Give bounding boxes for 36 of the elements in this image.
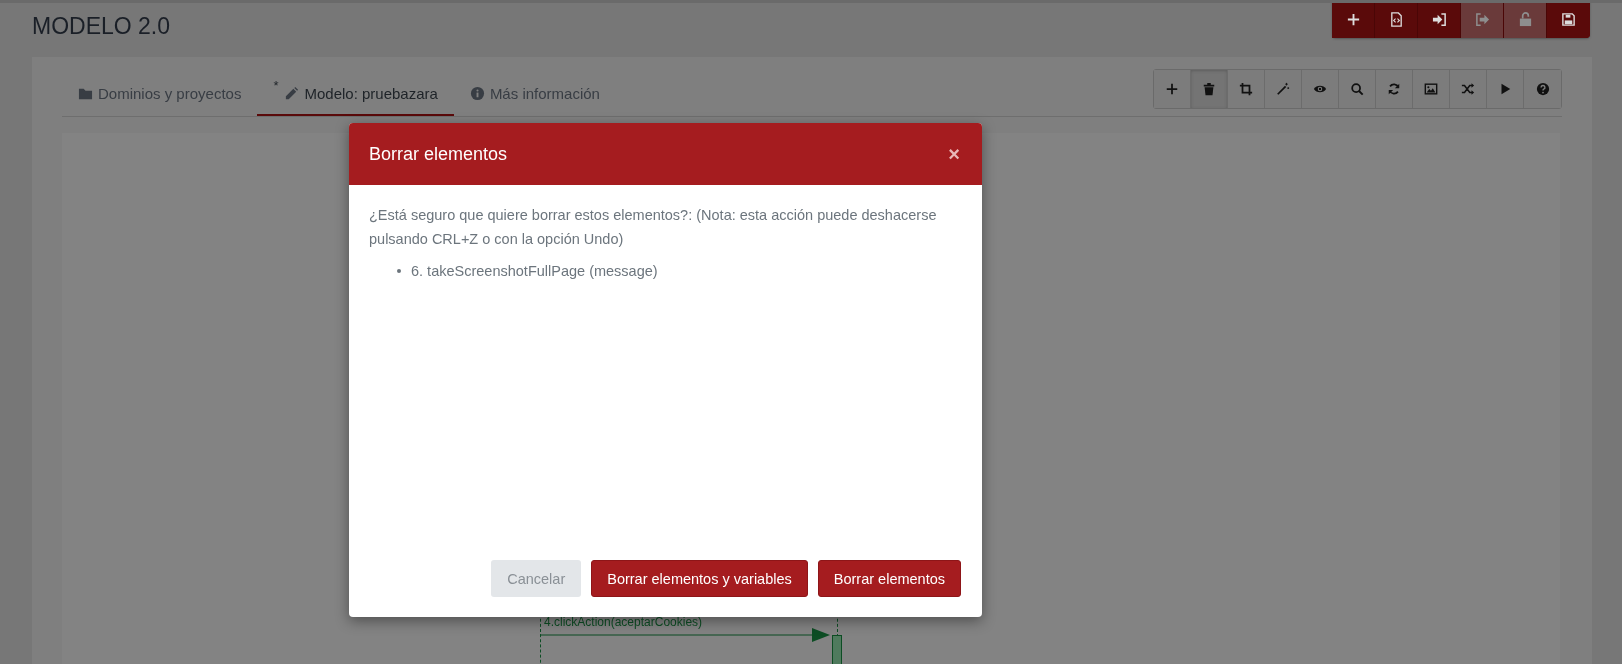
action-button[interactable] <box>1418 3 1461 38</box>
plus-icon <box>1345 11 1361 27</box>
search-icon <box>1350 82 1364 96</box>
info-icon <box>469 86 485 101</box>
sign-out-icon <box>1474 11 1490 27</box>
sign-in-icon <box>1431 11 1447 27</box>
delete-button[interactable]: Borrar elementos y variables <box>591 560 808 597</box>
cancel-button[interactable]: Cancelar <box>491 560 582 597</box>
image-icon <box>1424 82 1438 96</box>
delete-button[interactable]: Borrar elementos <box>817 560 961 597</box>
close-button[interactable]: × <box>946 142 962 166</box>
refresh-icon <box>1387 82 1401 96</box>
unlock-icon <box>1517 11 1533 27</box>
page-title: MODELO 2.0 <box>32 13 171 40</box>
action-button[interactable] <box>1547 3 1590 38</box>
trash-icon <box>1202 82 1216 96</box>
message-label: 4.clickAction(aceptarCookies) <box>544 615 703 629</box>
shuffle-icon <box>1461 82 1475 96</box>
magic-wand-icon <box>1276 82 1290 96</box>
bullet-icon <box>397 269 401 273</box>
toolbar-button[interactable] <box>1154 70 1191 108</box>
help-icon <box>1535 82 1550 96</box>
file-code-icon <box>1388 11 1404 27</box>
save-icon <box>1561 11 1576 27</box>
dialog-title: Borrar elementos <box>369 143 508 165</box>
crop-icon <box>1239 82 1253 96</box>
list-item: 6. takeScreenshotFullPage (message) <box>411 263 658 279</box>
toolbar-button[interactable] <box>1191 70 1228 108</box>
folder-icon <box>78 86 93 101</box>
plus-icon <box>1165 82 1179 96</box>
action-button[interactable] <box>1375 3 1418 38</box>
tab[interactable]: Dominios y proyectos <box>62 85 258 116</box>
tab[interactable]: Más información <box>453 85 616 116</box>
pencil-icon <box>284 86 300 101</box>
activation-bar <box>832 635 842 664</box>
dialog-message: ¿Está seguro que quiere borrar estos elementos?: (Nota: esta acción puede deshacerse pulsando CRL+Z o con la opción Undo) <box>369 206 938 249</box>
